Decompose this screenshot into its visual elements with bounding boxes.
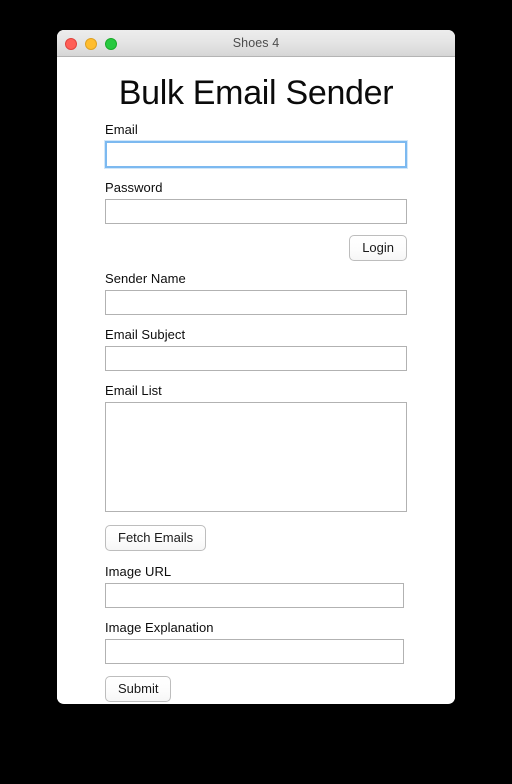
- maximize-button-icon[interactable]: [105, 37, 117, 50]
- field-group-image-url: Image URL: [105, 563, 407, 608]
- sender-name-label: Sender Name: [105, 271, 186, 286]
- email-list-label: Email List: [105, 383, 162, 398]
- image-explanation-label: Image Explanation: [105, 620, 214, 635]
- email-label: Email: [105, 122, 138, 137]
- field-group-email-subject: Email Subject: [105, 326, 407, 371]
- page-title: Bulk Email Sender: [118, 74, 394, 112]
- field-group-image-explanation: Image Explanation: [105, 619, 407, 664]
- image-url-label: Image URL: [105, 564, 172, 579]
- fetch-emails-button[interactable]: Fetch Emails: [105, 525, 207, 551]
- email-input[interactable]: [105, 141, 407, 168]
- bulk-email-form: Email Password Login Sender Name Email S…: [57, 115, 455, 702]
- submit-button[interactable]: Submit: [105, 676, 172, 702]
- fetch-emails-button-row: Fetch Emails: [105, 525, 407, 551]
- email-subject-input[interactable]: [105, 346, 407, 371]
- login-button[interactable]: Login: [349, 235, 407, 261]
- sender-name-input[interactable]: [105, 290, 407, 315]
- login-button-row: Login: [105, 235, 407, 261]
- field-group-email-list: Email List: [105, 382, 407, 512]
- image-url-input[interactable]: [105, 583, 404, 608]
- password-label: Password: [105, 180, 163, 195]
- field-group-sender-name: Sender Name: [105, 270, 407, 315]
- window-titlebar[interactable]: Shoes 4: [57, 30, 455, 57]
- email-subject-label: Email Subject: [105, 327, 186, 342]
- desktop-background: Shoes 4 Bulk Email Sender Email Password…: [0, 0, 512, 784]
- window-controls: [65, 30, 117, 57]
- password-input[interactable]: [105, 199, 407, 224]
- minimize-button-icon[interactable]: [85, 37, 97, 50]
- application-window: Shoes 4 Bulk Email Sender Email Password…: [57, 30, 455, 704]
- submit-button-row: Submit: [105, 676, 407, 702]
- close-button-icon[interactable]: [65, 37, 77, 50]
- field-group-email: Email: [105, 121, 407, 168]
- window-content: Bulk Email Sender Email Password Login S…: [57, 57, 455, 703]
- image-explanation-input[interactable]: [105, 639, 404, 664]
- field-group-password: Password: [105, 179, 407, 224]
- email-list-textarea[interactable]: [105, 402, 407, 512]
